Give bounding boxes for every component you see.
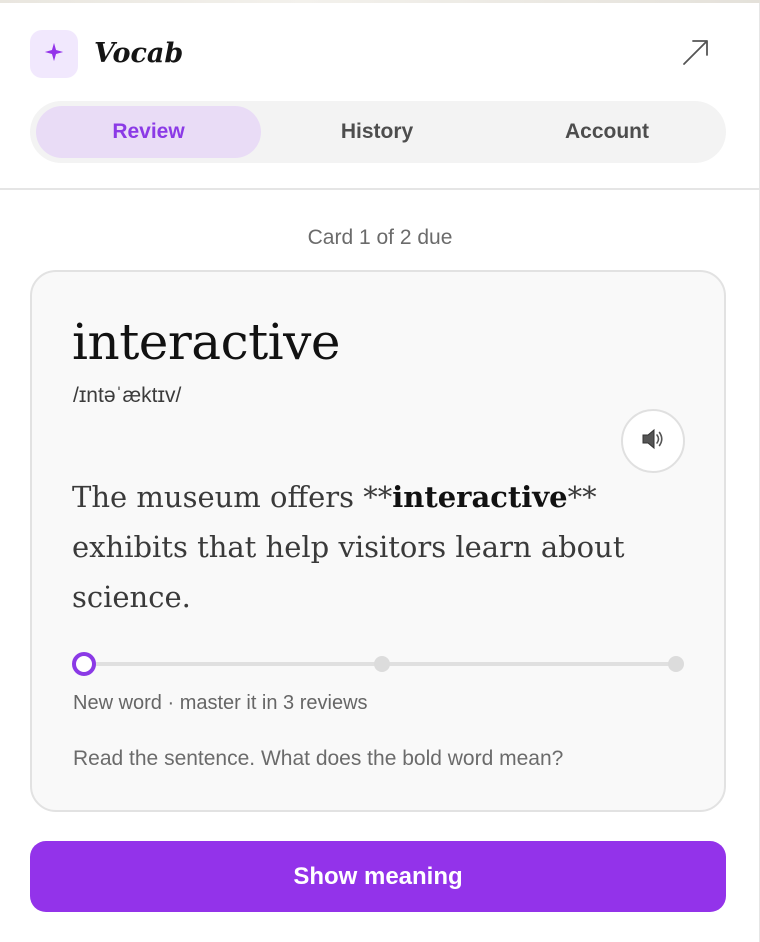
sparkle-icon (43, 41, 65, 68)
card-counter: Card 1 of 2 due (307, 226, 453, 249)
progress-step-1-current (72, 652, 96, 676)
show-meaning-button[interactable]: Show meaning (30, 841, 726, 912)
example-sentence: The museum offers **interactive** exhibi… (72, 472, 652, 622)
speaker-icon (639, 425, 667, 458)
card-word: interactive (72, 313, 341, 371)
tab-bar: Review History Account (30, 101, 726, 163)
header-divider (0, 188, 760, 190)
vocab-panel: Vocab Review History Account Card 1 of 2… (0, 0, 760, 942)
sentence-prefix: The museum offers ** (72, 480, 393, 514)
arrow-up-right-icon (681, 37, 711, 72)
app-name: Vocab (94, 38, 184, 69)
play-audio-button[interactable] (621, 409, 685, 473)
tab-account[interactable]: Account (493, 106, 721, 158)
mastery-progress (72, 652, 690, 676)
tab-review[interactable]: Review (36, 106, 261, 158)
progress-step-2 (374, 656, 390, 672)
expand-button[interactable] (678, 36, 714, 72)
sentence-target-word: interactive (392, 480, 568, 514)
app-logo (30, 30, 78, 78)
header: Vocab (30, 30, 730, 78)
flashcard: interactive /ɪntəˈæktɪv/ The museum offe… (30, 270, 726, 812)
card-phonetic: /ɪntəˈæktɪv/ (73, 384, 182, 407)
window-top-edge (0, 0, 760, 3)
tab-history[interactable]: History (263, 106, 491, 158)
progress-label: New word · master it in 3 reviews (73, 692, 368, 714)
card-prompt: Read the sentence. What does the bold wo… (73, 747, 564, 770)
progress-step-3 (668, 656, 684, 672)
